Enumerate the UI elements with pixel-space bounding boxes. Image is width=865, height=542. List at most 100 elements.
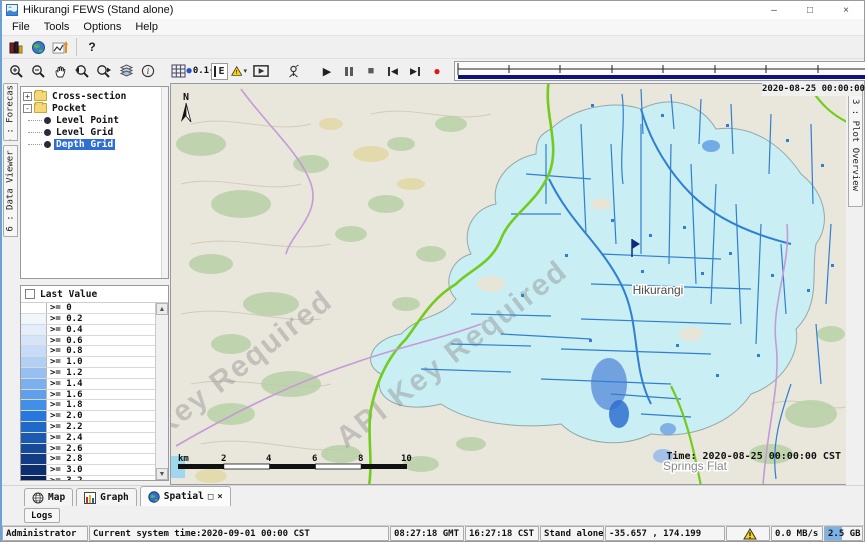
tree-connector xyxy=(28,132,42,133)
legend-row[interactable]: >= 1.8 xyxy=(21,400,155,411)
pan-button[interactable] xyxy=(49,61,71,81)
help-button[interactable]: ? xyxy=(81,37,103,57)
legend-row-label: >= 2.2 xyxy=(47,422,155,432)
status-gmt-time: 08:27:18 GMT xyxy=(390,526,464,541)
last-value-checkbox[interactable] xyxy=(25,289,35,299)
step-forward-button[interactable]: ▶ xyxy=(404,61,426,81)
menu-help[interactable]: Help xyxy=(128,20,165,34)
zoom-previous-button[interactable] xyxy=(71,61,93,81)
layers-button[interactable] xyxy=(115,61,137,81)
menu-tools[interactable]: Tools xyxy=(37,20,77,34)
tree-row[interactable]: - Pocket xyxy=(23,102,161,114)
tree-item-label[interactable]: Pocket xyxy=(50,103,88,114)
legend-row[interactable]: >= 1.4 xyxy=(21,379,155,390)
blue-globe-icon xyxy=(148,491,160,503)
tree-item-label[interactable]: Depth Grid xyxy=(54,139,115,150)
logs-button[interactable]: Logs xyxy=(24,508,60,523)
help-label: ? xyxy=(88,40,95,54)
legend-row-label: >= 1.6 xyxy=(47,390,155,400)
legend-row[interactable]: >= 2.6 xyxy=(21,444,155,455)
info-button[interactable]: i xyxy=(137,61,159,81)
legend-row[interactable]: >= 0.4 xyxy=(21,325,155,336)
tree-row[interactable]: Depth Grid xyxy=(23,138,161,150)
legend-scrollbar[interactable]: ▲ ▼ xyxy=(155,303,168,480)
menu-options[interactable]: Options xyxy=(76,20,128,34)
legend-color-swatch xyxy=(21,433,47,443)
timeline-slider[interactable] xyxy=(454,61,865,81)
label-tool-button[interactable]: E xyxy=(211,63,228,80)
tab-data-viewer[interactable]: 6 : Data Viewer xyxy=(3,145,18,237)
step-back-icon: ◀ xyxy=(388,66,398,77)
chart-arrow-icon xyxy=(52,40,69,55)
timeline-current-time: 2020-08-25 00:00:00 CST xyxy=(762,82,862,96)
contour-value-dropdown[interactable]: ●0.1 ▾ xyxy=(189,61,211,81)
menu-file[interactable]: File xyxy=(5,20,37,34)
tab-graph[interactable]: Graph xyxy=(76,488,137,506)
stop-button[interactable]: ■ xyxy=(360,61,382,81)
tree-row[interactable]: + Cross-section xyxy=(23,90,161,102)
contour-value-label: 0.1 xyxy=(193,66,209,76)
expand-icon[interactable]: + xyxy=(23,92,32,101)
pause-icon xyxy=(345,67,353,76)
timeline-extent-bar[interactable] xyxy=(458,75,865,79)
tab-forecast[interactable]: 5 : Forecast xyxy=(3,83,18,141)
legend-row[interactable]: >= 1.6 xyxy=(21,390,155,401)
step-back-button[interactable]: ◀ xyxy=(382,61,404,81)
scroll-up-icon[interactable]: ▲ xyxy=(156,303,168,315)
svg-text:km: km xyxy=(178,454,189,464)
record-icon: ● xyxy=(433,64,440,78)
legend-row[interactable]: >= 3.2 xyxy=(21,476,155,480)
zoom-in-button[interactable] xyxy=(5,61,27,81)
map-display-button[interactable] xyxy=(27,37,49,57)
maximize-button[interactable]: □ xyxy=(792,2,828,19)
legend-color-swatch xyxy=(21,400,47,410)
tree-item-label[interactable]: Cross-section xyxy=(50,91,128,102)
legend-row[interactable]: >= 2.4 xyxy=(21,433,155,444)
legend-row[interactable]: >= 2.8 xyxy=(21,454,155,465)
info-icon: i xyxy=(141,64,155,78)
legend-row[interactable]: >= 1.2 xyxy=(21,368,155,379)
minimize-button[interactable]: – xyxy=(756,2,792,19)
globe-icon xyxy=(31,40,46,55)
legend-row[interactable]: >= 2.2 xyxy=(21,422,155,433)
menu-bar: File Tools Options Help xyxy=(2,19,864,36)
bottom-tab-bar: Map Graph Spatial □ × xyxy=(2,485,864,506)
tree-item-label[interactable]: Level Grid xyxy=(54,127,115,138)
tree-row[interactable]: Level Grid xyxy=(23,126,161,138)
legend-row[interactable]: >= 2.0 xyxy=(21,411,155,422)
play-button[interactable]: ▶ xyxy=(316,61,338,81)
legend-row[interactable]: >= 0.6 xyxy=(21,336,155,347)
svg-text:8: 8 xyxy=(358,454,363,464)
label-tool-icon: E xyxy=(214,66,224,77)
zoom-out-button[interactable] xyxy=(27,61,49,81)
tree-row[interactable]: Level Point xyxy=(23,114,161,126)
status-warning[interactable] xyxy=(726,526,770,541)
close-button[interactable]: × xyxy=(828,2,864,19)
timeseries-dialog-button[interactable] xyxy=(49,37,72,57)
animation-player-button[interactable] xyxy=(250,61,272,81)
legend-row[interactable]: >= 1.0 xyxy=(21,357,155,368)
map-viewport[interactable]: API Key Required API Key Required xyxy=(170,83,846,485)
tab-close-icon[interactable]: × xyxy=(217,492,222,502)
legend-row-label: >= 1.2 xyxy=(47,368,155,378)
legend-row[interactable]: >= 3.0 xyxy=(21,465,155,476)
legend-rows: >= 0>= 0.2>= 0.4>= 0.6>= 0.8>= 1.0>= 1.2… xyxy=(21,303,155,480)
tab-plot-overview[interactable]: 3 : Plot Overview xyxy=(848,83,863,207)
tab-restore-icon[interactable]: □ xyxy=(208,492,213,502)
zoom-next-button[interactable] xyxy=(93,61,115,81)
scroll-down-icon[interactable]: ▼ xyxy=(156,468,168,480)
legend-row[interactable]: >= 0 xyxy=(21,303,155,314)
profile-tool-button[interactable] xyxy=(282,61,304,81)
tab-spatial[interactable]: Spatial □ × xyxy=(140,486,231,506)
legend-row[interactable]: >= 0.8 xyxy=(21,346,155,357)
record-button[interactable]: ● xyxy=(426,61,448,81)
tree-scrollbar[interactable] xyxy=(161,87,168,278)
thresholds-dropdown[interactable]: ! ▾ xyxy=(228,61,250,81)
pause-button[interactable] xyxy=(338,61,360,81)
collapse-icon[interactable]: - xyxy=(23,104,32,113)
tab-map[interactable]: Map xyxy=(24,488,73,506)
database-viewer-button[interactable] xyxy=(5,37,27,57)
svg-text:4: 4 xyxy=(266,454,272,464)
legend-row[interactable]: >= 0.2 xyxy=(21,314,155,325)
tree-item-label[interactable]: Level Point xyxy=(54,115,121,126)
